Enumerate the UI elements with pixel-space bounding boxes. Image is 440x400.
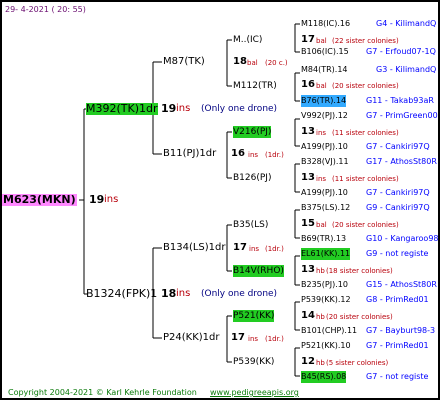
g4-count-20: 14 [301,310,315,321]
g4-breeder-link-7[interactable]: G7 - PrimGreen00 [366,110,438,122]
g4-queen-21: B101(CHP).11 [301,326,358,335]
g4-breeder-link-13[interactable]: G9 - Cankiri97Q [366,202,430,214]
g4-breeder-link-9[interactable]: G7 - Cankiri97Q [366,141,430,153]
g4-sister-8: (11 sister colonies) [332,129,399,137]
g4-breeder-link-21[interactable]: G7 - Bayburt98-3 [366,325,435,337]
pedigree-chart: 29- 4-2021 ( 20: 55) M623(MKN) 19 ins M3… [0,0,440,400]
g2-queen-3: B134(LS)1dr [163,242,226,253]
g1-ins-value-1: 19 [161,102,177,115]
g4-sister-20: (20 sister colonies) [326,313,393,321]
g4-label-17: hb [316,267,325,275]
g2-ins-value-2: 16 [231,148,245,159]
g4-label-23: hb [316,359,325,367]
g1-ins-value-2: 18 [161,287,177,300]
g4-queen-16: EL61(KK).11 [301,248,351,260]
g4-queen-22: P521(KK).10 [301,341,351,350]
website-link[interactable]: www.pedigreeapis.org [210,387,299,398]
g4-sister-11: (11 sister colonies) [332,175,399,183]
g4-sister-5: (20 sister colonies) [332,82,399,90]
g3-queen-3: V216(PJ) [233,126,272,138]
g3-count-1: 18 [233,56,247,67]
g2-note-3: (1dr.) [265,245,284,253]
g4-count-23: 12 [301,356,315,367]
g4-sister-14: (20 sister colonies) [332,221,399,229]
g4-queen-3: B106(IC).15 [301,47,349,56]
g4-breeder-link-3[interactable]: G7 - Erfoud07-1Q [366,46,436,58]
g4-breeder-link-4[interactable]: G3 - KilimandQ [376,64,436,76]
g4-breeder-link-22[interactable]: G7 - PrimRed01 [366,340,429,352]
g4-count-2: 17 [301,34,315,45]
copyright: Copyright 2004-2021 © Karl Kehrle Founda… [8,388,197,397]
g4-breeder-link-6[interactable]: G11 - Takab93aR [366,95,434,107]
g3-queen-6: B14V(RHO) [233,265,284,277]
g4-queen-19: P539(KK).12 [301,295,351,304]
g4-breeder-link-19[interactable]: G8 - PrimRed01 [366,294,429,306]
g4-queen-12: A199(PJ).10 [301,188,348,197]
g4-label-20: hb [316,313,325,321]
g2-ins-value-4: 17 [231,332,245,343]
g1-ins-label-2: ins [176,288,191,299]
g1-queen-1: M392(TK)1dr [86,102,158,115]
g4-queen-18: B235(PJ).10 [301,280,348,289]
g3-queen-4: B126(PJ) [233,173,272,183]
g3-queen-5: B35(LS) [233,220,269,230]
g1-note-2: (Only one drone) [201,289,278,299]
g4-queen-15: B69(TR).13 [301,234,347,243]
g4-breeder-link-12[interactable]: G7 - Cankiri97Q [366,187,430,199]
g3-sister-1: (20 c.) [265,59,288,67]
g4-queen-13: B375(LS).12 [301,203,351,212]
report-date: 29- 4-2021 ( 20: 55) [5,5,86,14]
g4-queen-10: B328(VJ).11 [301,157,349,166]
g4-queen-4: M84(TR).14 [301,65,348,74]
g4-breeder-link-1[interactable]: G4 - KilimandQ [376,18,436,30]
g4-count-17: 13 [301,264,315,275]
g4-queen-7: V992(PJ).12 [301,111,348,120]
g1-ins-label-1: ins [176,103,191,114]
g4-breeder-link-15[interactable]: G10 - Kangaroo98R [366,233,438,245]
g4-breeder-link-16[interactable]: G9 - not registe [366,248,428,260]
g4-label-11: ins [316,175,327,183]
g4-queen-1: M118(IC).16 [301,19,351,28]
g2-note-4: (1dr.) [265,335,284,343]
g4-count-14: 15 [301,218,315,229]
g2-ins-label-3: ins [249,245,260,253]
g4-queen-6: B76(TR).14 [301,95,347,107]
g4-count-11: 13 [301,172,315,183]
g2-queen-2: B11(PJ)1dr [163,148,217,159]
g4-label-14: bal [316,221,327,229]
g4-count-5: 16 [301,79,315,90]
g3-label-1: bal [247,59,258,67]
g4-queen-9: A199(PJ).10 [301,142,348,151]
g2-queen-4: P24(KK)1dr [163,332,220,343]
g4-label-8: ins [316,129,327,137]
root-ins-label: ins [104,194,119,205]
g3-queen-2: M112(TR) [233,81,277,91]
g3-queen-7: P521(KK) [233,310,275,322]
g1-note-1: (Only one drone) [201,104,278,114]
g2-note-2: (1dr.) [265,151,284,159]
g1-queen-2: B1324(FPK)1 [86,287,158,300]
root-ins-value: 19 [89,193,105,206]
g4-sister-17: (18 sister colonies) [326,267,393,275]
g4-sister-23: (5 sister colonies) [326,359,389,367]
g3-queen-1: M..(IC) [233,35,263,45]
g2-ins-label-2: ins [248,151,259,159]
g4-breeder-link-18[interactable]: G15 - AthosSt80R [366,279,437,291]
g2-queen-1: M87(TK) [163,56,205,67]
g4-breeder-link-10[interactable]: G17 - AthosSt80R [366,156,437,168]
root-queen: M623(MKN) [2,193,77,206]
g2-ins-label-4: ins [248,335,259,343]
g4-label-5: bal [316,82,327,90]
g4-breeder-link-24[interactable]: G7 - not registe [366,371,428,383]
g4-queen-24: B45(RS).08 [301,371,347,383]
g4-count-8: 13 [301,126,315,137]
g3-queen-8: P539(KK) [233,357,275,367]
g2-ins-value-3: 17 [233,242,247,253]
